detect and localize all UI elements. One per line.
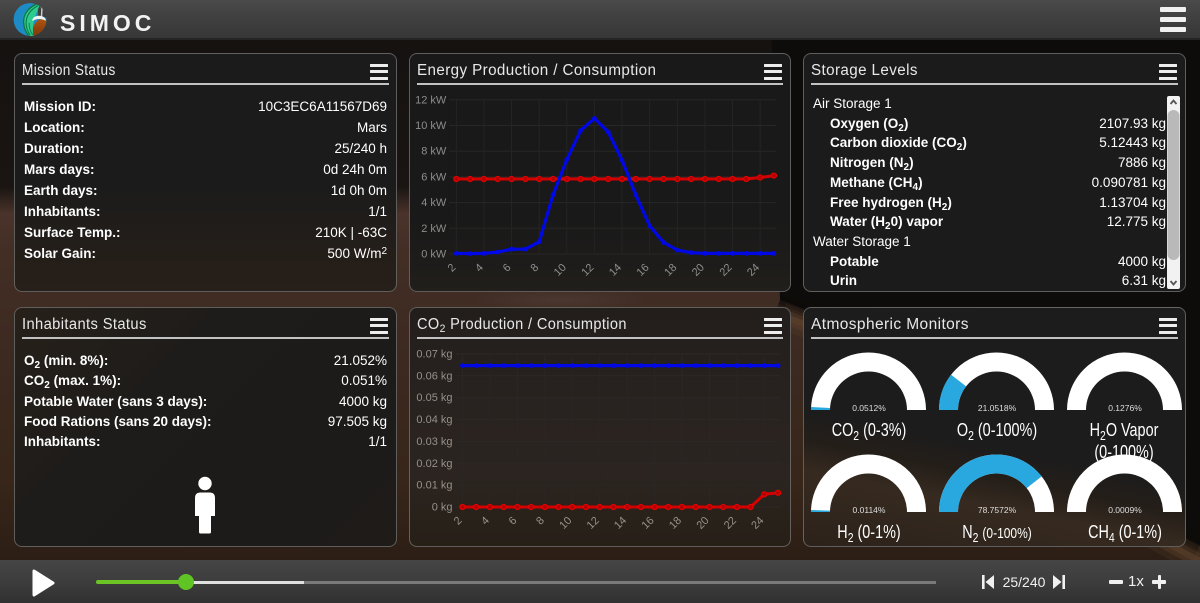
svg-text:18: 18: [662, 262, 679, 279]
svg-text:22: 22: [722, 515, 739, 532]
svg-text:0.06 kg: 0.06 kg: [416, 370, 452, 382]
svg-text:4: 4: [473, 262, 486, 275]
svg-text:10: 10: [557, 515, 574, 532]
svg-text:12: 12: [579, 262, 596, 279]
svg-text:12 kW: 12 kW: [415, 94, 447, 106]
svg-text:0 kg: 0 kg: [432, 502, 453, 514]
svg-text:16: 16: [635, 262, 652, 279]
svg-text:2 kW: 2 kW: [421, 223, 447, 235]
svg-text:6 kW: 6 kW: [421, 171, 447, 183]
svg-text:6: 6: [507, 515, 520, 528]
svg-text:0.05 kg: 0.05 kg: [416, 392, 452, 404]
svg-text:2: 2: [452, 515, 465, 528]
svg-text:18: 18: [667, 515, 684, 532]
svg-text:24: 24: [749, 515, 766, 532]
svg-text:8: 8: [529, 262, 542, 275]
svg-text:0.02 kg: 0.02 kg: [416, 458, 452, 470]
svg-text:0.04 kg: 0.04 kg: [416, 414, 452, 426]
svg-text:0.03 kg: 0.03 kg: [416, 436, 452, 448]
svg-text:10: 10: [552, 262, 569, 279]
svg-text:20: 20: [694, 515, 711, 532]
svg-text:16: 16: [640, 515, 657, 532]
svg-text:22: 22: [717, 262, 734, 279]
svg-text:10 kW: 10 kW: [415, 120, 447, 132]
svg-text:4: 4: [479, 515, 492, 528]
svg-text:8 kW: 8 kW: [421, 146, 447, 158]
svg-text:0.07 kg: 0.07 kg: [416, 349, 452, 361]
svg-text:0.01 kg: 0.01 kg: [416, 480, 452, 492]
svg-text:8: 8: [534, 515, 547, 528]
svg-text:2: 2: [446, 262, 459, 275]
svg-text:14: 14: [607, 262, 624, 279]
svg-text:6: 6: [501, 262, 514, 275]
svg-text:20: 20: [690, 262, 707, 279]
svg-text:24: 24: [745, 262, 762, 279]
svg-text:14: 14: [612, 515, 629, 532]
svg-text:12: 12: [585, 515, 602, 532]
svg-text:4 kW: 4 kW: [421, 197, 447, 209]
svg-text:0 kW: 0 kW: [421, 249, 447, 261]
